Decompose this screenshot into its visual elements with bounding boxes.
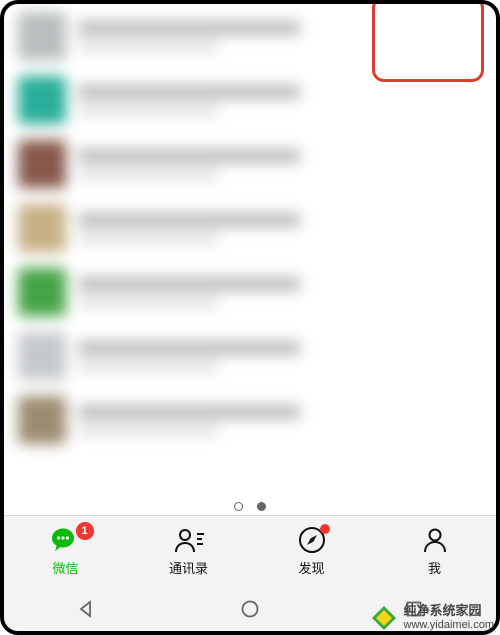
watermark-url: www.yidaimei.com [404, 619, 494, 631]
chat-preview [78, 277, 482, 307]
chat-preview [78, 21, 482, 51]
tab-label: 微信 [52, 558, 78, 577]
unread-badge: 1 [76, 522, 94, 540]
tab-label: 我 [428, 558, 441, 577]
chat-preview [78, 85, 482, 115]
tab-label: 通讯录 [169, 558, 208, 577]
chat-list [4, 4, 496, 515]
watermark-title: 纯净系统家园 [404, 603, 482, 618]
watermark: 纯净系统家园 www.yidaimei.com [370, 603, 494, 634]
tab-chats[interactable]: 1 微信 [4, 516, 127, 587]
back-triangle-icon [76, 599, 96, 619]
contacts-icon [173, 527, 205, 553]
device-frame: 1 微信 通讯录 [0, 0, 500, 635]
chat-row[interactable] [4, 68, 496, 132]
avatar [18, 12, 66, 60]
chat-row[interactable] [4, 388, 496, 452]
tab-bar: 1 微信 通讯录 [4, 515, 496, 587]
chat-row[interactable] [4, 196, 496, 260]
avatar [18, 332, 66, 380]
tab-me[interactable]: 我 [373, 516, 496, 587]
chat-preview [78, 341, 482, 371]
chat-preview [78, 149, 482, 179]
watermark-logo-icon [370, 604, 398, 632]
home-circle-icon [240, 599, 260, 619]
notification-dot [320, 524, 330, 534]
page-dot [234, 502, 243, 511]
avatar [18, 140, 66, 188]
tab-label: 发现 [298, 558, 324, 577]
avatar [18, 204, 66, 252]
watermark-text: 纯净系统家园 www.yidaimei.com [404, 603, 494, 634]
wechat-screen: 1 微信 通讯录 [4, 4, 496, 631]
page-dot-active [257, 502, 266, 511]
chat-row[interactable] [4, 4, 496, 68]
tab-discover[interactable]: 发现 [250, 516, 373, 587]
tab-contacts[interactable]: 通讯录 [127, 516, 250, 587]
chat-preview [78, 213, 482, 243]
chat-row[interactable] [4, 324, 496, 388]
page-indicator [4, 502, 496, 511]
person-icon [421, 527, 449, 553]
avatar [18, 76, 66, 124]
sys-back-button[interactable] [4, 587, 168, 631]
avatar [18, 268, 66, 316]
sys-home-button[interactable] [168, 587, 332, 631]
chat-preview [78, 405, 482, 435]
chat-row[interactable] [4, 260, 496, 324]
chat-list-area [4, 4, 496, 515]
avatar [18, 396, 66, 444]
chat-row[interactable] [4, 132, 496, 196]
